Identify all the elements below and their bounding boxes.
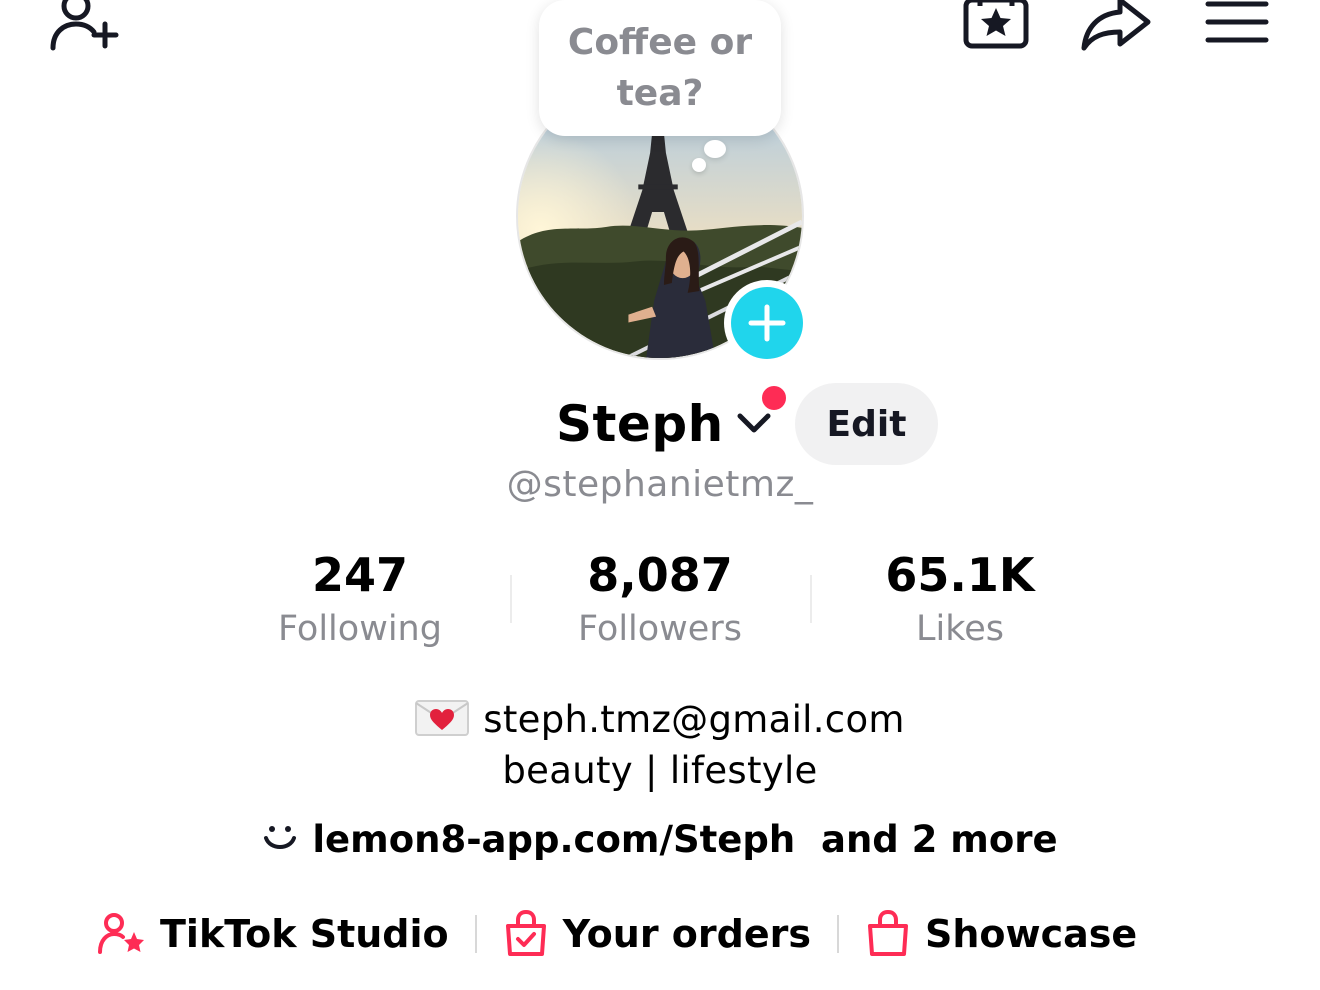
- favorites-icon[interactable]: [962, 0, 1032, 52]
- edit-profile-button[interactable]: Edit: [795, 383, 938, 465]
- stat-divider: [510, 575, 512, 623]
- stat-followers[interactable]: 8,087 Followers: [530, 545, 790, 653]
- stat-likes[interactable]: 65.1K Likes: [830, 545, 1090, 653]
- share-icon[interactable]: [1080, 0, 1152, 52]
- bio-email: steph.tmz@gmail.com: [483, 698, 905, 741]
- tiktok-studio-label: TikTok Studio: [160, 912, 449, 956]
- followers-label: Followers: [578, 609, 742, 649]
- following-count: 247: [311, 548, 409, 602]
- add-story-button[interactable]: [724, 280, 810, 366]
- note-bubble-tail-dot: [692, 158, 706, 172]
- tiktok-studio-button[interactable]: TikTok Studio: [96, 912, 449, 956]
- note-text: Coffee or tea?: [567, 22, 753, 114]
- menu-icon[interactable]: [1204, 0, 1270, 48]
- showcase-label: Showcase: [924, 912, 1138, 956]
- plus-icon: [731, 287, 803, 359]
- showcase-button[interactable]: Showcase: [865, 910, 1137, 958]
- note-bubble-tail: [704, 140, 726, 158]
- add-friend-icon[interactable]: [48, 0, 122, 54]
- profile-link-row[interactable]: lemon8-app.com/Steph and 2 more: [0, 818, 1320, 861]
- your-orders-label: Your orders: [562, 912, 811, 956]
- account-switch-button[interactable]: [732, 384, 788, 444]
- display-name: Steph: [556, 395, 724, 453]
- showcase-bag-icon: [867, 910, 908, 956]
- stat-divider: [810, 575, 812, 623]
- bio-email-line: steph.tmz@gmail.com: [0, 698, 1320, 741]
- note-bubble[interactable]: Coffee or tea?: [539, 0, 781, 136]
- orders-bag-icon: [505, 910, 546, 956]
- likes-label: Likes: [915, 609, 1004, 649]
- shortcut-divider: [836, 915, 839, 953]
- profile-page: Coffee or tea? Steph Edit @stephanietmz_…: [0, 0, 1320, 990]
- shortcut-divider: [474, 915, 477, 953]
- notification-dot: [759, 384, 788, 412]
- more-links[interactable]: and 2 more: [821, 818, 1058, 861]
- bio-description: beauty | lifestyle: [502, 749, 818, 792]
- shortcut-bar: TikTok Studio Your orders Showcase: [96, 906, 1137, 962]
- username: @stephanietmz_: [506, 464, 814, 505]
- likes-count: 65.1K: [885, 548, 1035, 602]
- stat-following[interactable]: 247 Following: [230, 545, 490, 653]
- love-letter-icon: [415, 700, 470, 736]
- your-orders-button[interactable]: Your orders: [503, 910, 811, 958]
- lemon8-smile-icon: [264, 826, 297, 849]
- followers-count: 8,087: [587, 548, 733, 602]
- name-row: Steph: [556, 384, 788, 456]
- following-label: Following: [278, 609, 442, 649]
- creator-star-icon: [98, 913, 144, 954]
- profile-link[interactable]: lemon8-app.com/Steph: [312, 818, 795, 861]
